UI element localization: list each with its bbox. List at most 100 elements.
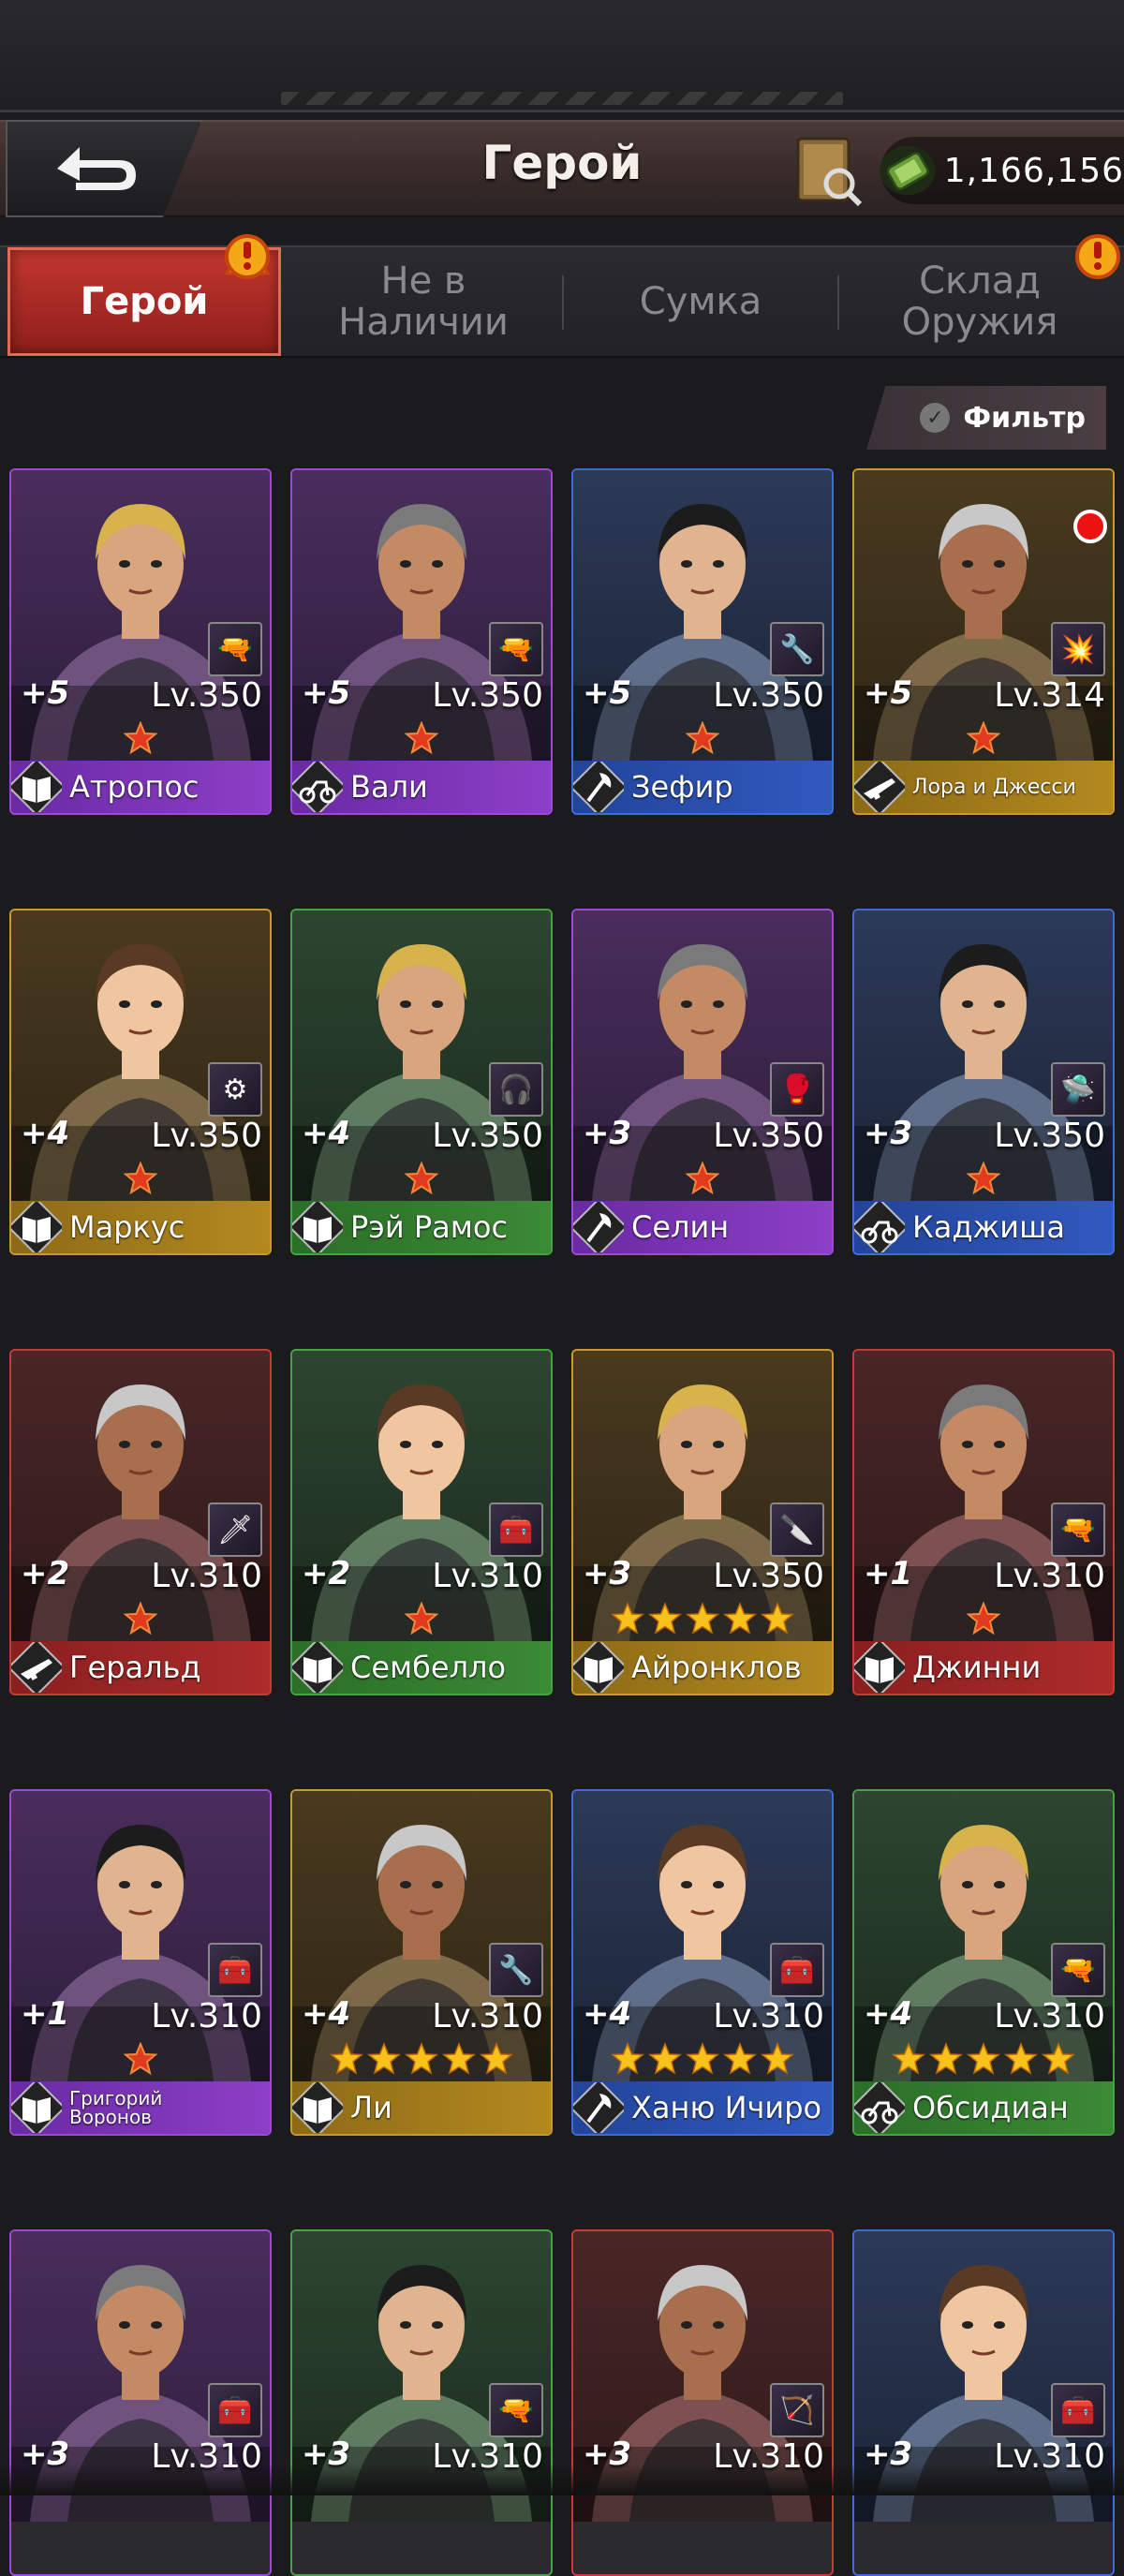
rifle-icon: 🔫 xyxy=(1051,1503,1105,1557)
hero-card[interactable]: 🔪 +3 Lv.350 Айронклов xyxy=(571,1349,834,1695)
star-icon xyxy=(686,1162,719,1195)
hero-card[interactable]: 🥊 +3 Lv.350 Селин xyxy=(571,909,834,1255)
hero-card[interactable]: 🧰 +3 Lv.310 xyxy=(9,2229,272,2576)
hero-card[interactable]: ⚙ +4 Lv.350 Маркус xyxy=(9,909,272,1255)
headphones-icon: 🎧 xyxy=(489,1062,543,1117)
hero-card[interactable]: 🧰 +4 Lv.310 Ханю Ичиро xyxy=(571,1789,834,2136)
hero-card[interactable]: 🧰 +1 Lv.310 Григорий Воронов xyxy=(9,1789,272,2136)
hero-name-bar: Джинни xyxy=(854,1641,1113,1694)
hero-name-bar: Вали xyxy=(292,761,551,813)
star-icon xyxy=(967,721,1000,755)
tab-label: Герой xyxy=(80,280,209,323)
hero-name-bar: Атропос xyxy=(11,761,270,813)
hero-portrait xyxy=(573,910,832,1201)
blade-icon: 🔪 xyxy=(770,1503,824,1557)
star-icon xyxy=(648,2042,682,2075)
hero-card[interactable]: 🧰 +3 Lv.310 xyxy=(852,2229,1115,2576)
hero-portrait xyxy=(292,910,551,1201)
launcher-icon: 💥 xyxy=(1051,622,1105,676)
hero-name: Вали xyxy=(350,769,428,805)
hero-card[interactable]: 🔫 +5 Lv.350 Вали xyxy=(290,468,553,815)
hero-portrait xyxy=(854,910,1113,1201)
book-class-icon xyxy=(292,1202,343,1252)
hero-portrait xyxy=(292,1791,551,2081)
hero-enhance-level: +5 xyxy=(583,674,632,712)
star-icon xyxy=(686,2042,719,2075)
gear-icon: ⚙ xyxy=(208,1062,262,1117)
hero-card[interactable]: 🧰 +2 Lv.310 Сембелло xyxy=(290,1349,553,1695)
wrench-icon: 🔧 xyxy=(489,1943,543,1997)
axe-class-icon xyxy=(573,762,624,812)
star-rating xyxy=(292,721,551,761)
motorbike-class-icon xyxy=(292,762,343,812)
star-rating xyxy=(573,1602,832,1641)
page-title: Герой xyxy=(481,136,643,190)
cash-bundle-icon xyxy=(880,145,936,196)
hero-name: Айронклов xyxy=(631,1650,802,1685)
star-icon xyxy=(761,2042,794,2075)
alert-icon xyxy=(1075,234,1120,279)
hero-name: Зефир xyxy=(631,769,733,805)
hero-card[interactable]: 🔧 +4 Lv.310 Ли xyxy=(290,1789,553,2136)
motorbike-class-icon xyxy=(854,2082,905,2133)
axe-class-icon xyxy=(573,1202,624,1252)
hero-card[interactable]: 🔫 +1 Lv.310 Джинни xyxy=(852,1349,1115,1695)
hero-level: Lv.350 xyxy=(713,1557,824,1595)
hero-name: Селин xyxy=(631,1209,730,1245)
tab-bar: Герой Не в Наличии Сумка Склад Оружия xyxy=(0,245,1124,358)
star-rating xyxy=(854,1602,1113,1641)
hero-card[interactable]: 🔫 +4 Lv.310 Обсидиан xyxy=(852,1789,1115,2136)
chest-icon: 🧰 xyxy=(208,2383,262,2437)
star-icon xyxy=(967,1162,1000,1195)
sword-icon: 🗡 xyxy=(208,1503,262,1557)
book-class-icon xyxy=(11,762,62,812)
star-rating xyxy=(11,721,270,761)
book-class-icon xyxy=(292,2082,343,2133)
hero-level: Lv.350 xyxy=(713,1117,824,1155)
hero-level: Lv.350 xyxy=(151,676,262,715)
tab-bag[interactable]: Сумка xyxy=(564,247,837,356)
hero-name: Ли xyxy=(350,2090,392,2125)
hero-level: Lv.310 xyxy=(432,1997,543,2036)
hero-card[interactable]: 🎧 +4 Lv.350 Рэй Рамос xyxy=(290,909,553,1255)
hero-portrait xyxy=(11,1351,270,1641)
tab-unavailable[interactable]: Не в Наличии xyxy=(283,247,564,356)
hero-card[interactable]: 🔫 +3 Lv.310 xyxy=(290,2229,553,2576)
chest-icon: 🧰 xyxy=(770,1943,824,1997)
hero-enhance-level: +4 xyxy=(302,1115,351,1152)
hero-name-bar: Григорий Воронов xyxy=(11,2081,270,2134)
hero-enhance-level: +1 xyxy=(21,1995,70,2033)
currency-amount: 1,166,156 xyxy=(943,151,1124,190)
rifle-icon: 🔫 xyxy=(489,2383,543,2437)
hero-name-bar: Каджиша xyxy=(854,1201,1113,1253)
hero-level: Lv.310 xyxy=(994,1997,1105,2036)
star-icon xyxy=(330,2042,363,2075)
hero-portrait xyxy=(292,470,551,761)
hero-card[interactable]: 🗡 +2 Lv.310 Геральд xyxy=(9,1349,272,1695)
hero-card[interactable]: 🛸 +3 Lv.350 Каджиша xyxy=(852,909,1115,1255)
star-icon xyxy=(124,721,157,755)
hero-name: Обсидиан xyxy=(912,2090,1069,2125)
codex-book-icon[interactable] xyxy=(785,129,867,212)
hero-enhance-level: +4 xyxy=(302,1995,351,2033)
hero-card[interactable]: 🏹 +3 Lv.310 xyxy=(571,2229,834,2576)
drone-icon: 🛸 xyxy=(1051,1062,1105,1117)
bottom-fade xyxy=(0,2464,1124,2495)
hero-portrait xyxy=(854,470,1113,761)
hero-card[interactable]: 💥 +5 Lv.314 Лора и Джесси xyxy=(852,468,1115,815)
hero-enhance-level: +2 xyxy=(21,1555,70,1592)
star-icon xyxy=(480,2042,513,2075)
hero-level: Lv.314 xyxy=(994,676,1105,715)
star-icon xyxy=(723,1602,757,1635)
star-icon xyxy=(723,2042,757,2075)
hero-card[interactable]: 🔧 +5 Lv.350 Зефир xyxy=(571,468,834,815)
star-icon xyxy=(686,1602,719,1635)
book-class-icon xyxy=(854,1642,905,1693)
star-icon xyxy=(405,721,438,755)
filter-button[interactable]: ✓ Фильтр xyxy=(866,386,1106,450)
motorbike-class-icon xyxy=(854,1202,905,1252)
star-icon xyxy=(124,2042,157,2076)
star-rating xyxy=(11,2042,270,2081)
hero-card[interactable]: 🔫 +5 Lv.350 Атропос xyxy=(9,468,272,815)
notification-dot xyxy=(1073,510,1107,543)
